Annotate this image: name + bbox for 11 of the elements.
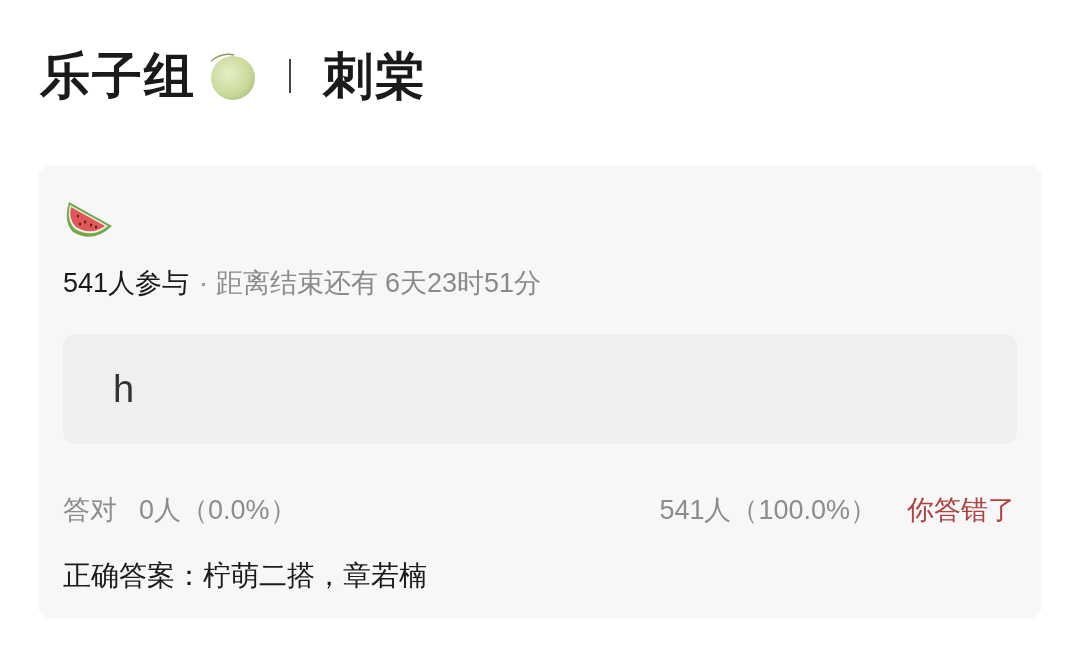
group-subtitle: 刺棠 [323, 47, 427, 106]
correct-count: 0人（0.0%） [139, 494, 297, 527]
correct-label: 答对 [63, 494, 117, 527]
correct-answer: 正确答案：柠萌二搭，章若楠 [63, 559, 428, 593]
melon-icon [208, 51, 256, 101]
result-text: 你答错了 [907, 494, 1015, 527]
answer-count: 541人（100.0%） [659, 494, 877, 527]
group-title: 乐子组 [40, 47, 196, 106]
answer-option[interactable]: h [63, 334, 1017, 444]
participant-count: 541人参与 [63, 267, 190, 300]
time-remaining: · 距离结束还有 6天23时51分 [199, 267, 542, 300]
